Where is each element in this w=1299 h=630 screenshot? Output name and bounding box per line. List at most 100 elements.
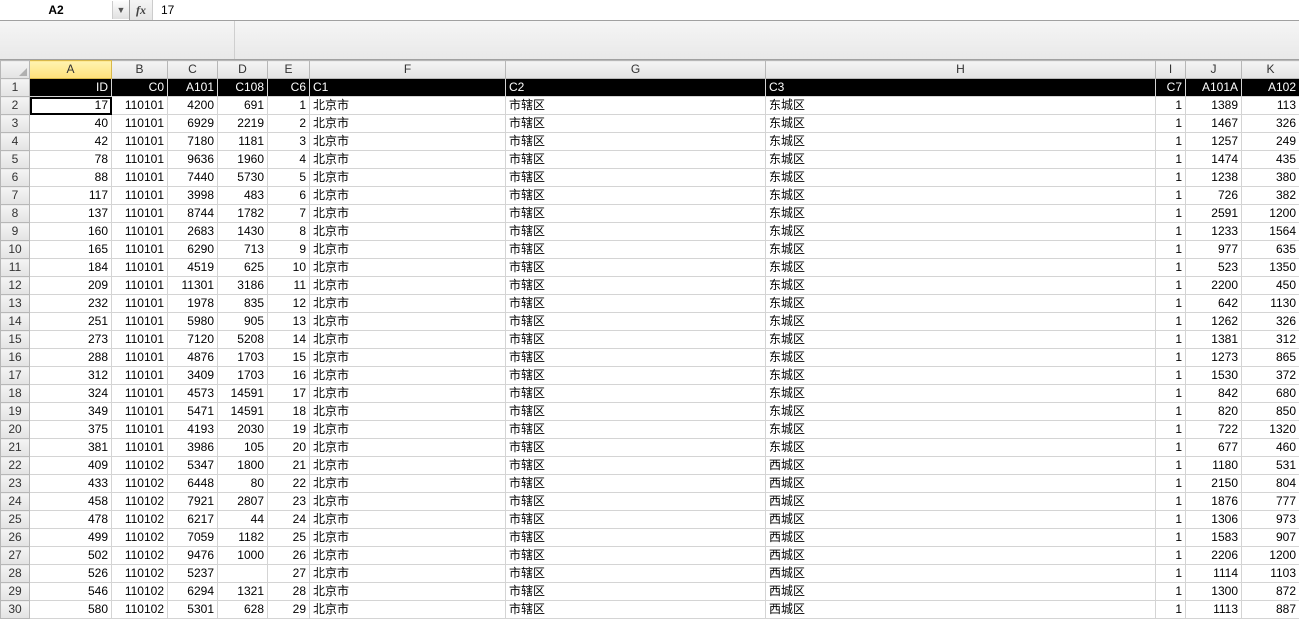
cell-J26[interactable]: 1583	[1186, 529, 1242, 547]
cell-D10[interactable]: 713	[218, 241, 268, 259]
cell-H15[interactable]: 东城区	[766, 331, 1156, 349]
cell-I28[interactable]: 1	[1156, 565, 1186, 583]
cell-E29[interactable]: 28	[268, 583, 310, 601]
cell-E11[interactable]: 10	[268, 259, 310, 277]
cell-D3[interactable]: 2219	[218, 115, 268, 133]
row-header-15[interactable]: 15	[1, 331, 30, 349]
cell-I24[interactable]: 1	[1156, 493, 1186, 511]
cell-F13[interactable]: 北京市	[310, 295, 506, 313]
cell-D12[interactable]: 3186	[218, 277, 268, 295]
cell-F4[interactable]: 北京市	[310, 133, 506, 151]
cell-K23[interactable]: 804	[1242, 475, 1299, 493]
cell-J1[interactable]: A101A	[1186, 79, 1242, 97]
cell-C6[interactable]: 7440	[168, 169, 218, 187]
row-header-10[interactable]: 10	[1, 241, 30, 259]
cell-H8[interactable]: 东城区	[766, 205, 1156, 223]
cell-J25[interactable]: 1306	[1186, 511, 1242, 529]
cell-C17[interactable]: 3409	[168, 367, 218, 385]
cell-K29[interactable]: 872	[1242, 583, 1299, 601]
cell-C8[interactable]: 8744	[168, 205, 218, 223]
cell-F8[interactable]: 北京市	[310, 205, 506, 223]
cell-G16[interactable]: 市辖区	[506, 349, 766, 367]
cell-D21[interactable]: 105	[218, 439, 268, 457]
cell-A9[interactable]: 160	[30, 223, 112, 241]
cell-E26[interactable]: 25	[268, 529, 310, 547]
cell-D26[interactable]: 1182	[218, 529, 268, 547]
row-header-3[interactable]: 3	[1, 115, 30, 133]
cell-F7[interactable]: 北京市	[310, 187, 506, 205]
cell-J29[interactable]: 1300	[1186, 583, 1242, 601]
cell-K17[interactable]: 372	[1242, 367, 1299, 385]
cell-G20[interactable]: 市辖区	[506, 421, 766, 439]
cell-H12[interactable]: 东城区	[766, 277, 1156, 295]
cell-I8[interactable]: 1	[1156, 205, 1186, 223]
cell-C4[interactable]: 7180	[168, 133, 218, 151]
cell-E17[interactable]: 16	[268, 367, 310, 385]
cell-J5[interactable]: 1474	[1186, 151, 1242, 169]
cell-H4[interactable]: 东城区	[766, 133, 1156, 151]
cell-H20[interactable]: 东城区	[766, 421, 1156, 439]
cell-K8[interactable]: 1200	[1242, 205, 1299, 223]
cell-I16[interactable]: 1	[1156, 349, 1186, 367]
cell-K16[interactable]: 865	[1242, 349, 1299, 367]
cell-D6[interactable]: 5730	[218, 169, 268, 187]
cell-H27[interactable]: 西城区	[766, 547, 1156, 565]
cell-H19[interactable]: 东城区	[766, 403, 1156, 421]
cell-K25[interactable]: 973	[1242, 511, 1299, 529]
cell-C27[interactable]: 9476	[168, 547, 218, 565]
column-header-D[interactable]: D	[218, 61, 268, 79]
cell-I25[interactable]: 1	[1156, 511, 1186, 529]
row-header-22[interactable]: 22	[1, 457, 30, 475]
cell-F6[interactable]: 北京市	[310, 169, 506, 187]
cell-E30[interactable]: 29	[268, 601, 310, 619]
cell-E13[interactable]: 12	[268, 295, 310, 313]
cell-D8[interactable]: 1782	[218, 205, 268, 223]
cell-I2[interactable]: 1	[1156, 97, 1186, 115]
cell-G5[interactable]: 市辖区	[506, 151, 766, 169]
cell-E19[interactable]: 18	[268, 403, 310, 421]
cell-G1[interactable]: C2	[506, 79, 766, 97]
cell-B12[interactable]: 110101	[112, 277, 168, 295]
cell-I11[interactable]: 1	[1156, 259, 1186, 277]
cell-D9[interactable]: 1430	[218, 223, 268, 241]
cell-G10[interactable]: 市辖区	[506, 241, 766, 259]
cell-G26[interactable]: 市辖区	[506, 529, 766, 547]
cell-B1[interactable]: C0	[112, 79, 168, 97]
cell-G27[interactable]: 市辖区	[506, 547, 766, 565]
cell-H1[interactable]: C3	[766, 79, 1156, 97]
cell-F30[interactable]: 北京市	[310, 601, 506, 619]
cell-F12[interactable]: 北京市	[310, 277, 506, 295]
cell-A8[interactable]: 137	[30, 205, 112, 223]
cell-B22[interactable]: 110102	[112, 457, 168, 475]
cell-A25[interactable]: 478	[30, 511, 112, 529]
cell-A19[interactable]: 349	[30, 403, 112, 421]
cell-K19[interactable]: 850	[1242, 403, 1299, 421]
cell-E27[interactable]: 26	[268, 547, 310, 565]
cell-C18[interactable]: 4573	[168, 385, 218, 403]
cell-H30[interactable]: 西城区	[766, 601, 1156, 619]
cell-K10[interactable]: 635	[1242, 241, 1299, 259]
cell-K4[interactable]: 249	[1242, 133, 1299, 151]
cell-K11[interactable]: 1350	[1242, 259, 1299, 277]
cell-J14[interactable]: 1262	[1186, 313, 1242, 331]
row-header-6[interactable]: 6	[1, 169, 30, 187]
cell-I22[interactable]: 1	[1156, 457, 1186, 475]
cell-I7[interactable]: 1	[1156, 187, 1186, 205]
row-header-17[interactable]: 17	[1, 367, 30, 385]
cell-F24[interactable]: 北京市	[310, 493, 506, 511]
cell-H10[interactable]: 东城区	[766, 241, 1156, 259]
cell-H21[interactable]: 东城区	[766, 439, 1156, 457]
cell-A30[interactable]: 580	[30, 601, 112, 619]
cell-H18[interactable]: 东城区	[766, 385, 1156, 403]
cell-I21[interactable]: 1	[1156, 439, 1186, 457]
fx-icon[interactable]: fx	[134, 3, 148, 18]
column-header-E[interactable]: E	[268, 61, 310, 79]
cell-G21[interactable]: 市辖区	[506, 439, 766, 457]
cell-D29[interactable]: 1321	[218, 583, 268, 601]
cell-I30[interactable]: 1	[1156, 601, 1186, 619]
column-header-H[interactable]: H	[766, 61, 1156, 79]
cell-I26[interactable]: 1	[1156, 529, 1186, 547]
cell-B3[interactable]: 110101	[112, 115, 168, 133]
cell-D27[interactable]: 1000	[218, 547, 268, 565]
cell-D28[interactable]	[218, 565, 268, 583]
